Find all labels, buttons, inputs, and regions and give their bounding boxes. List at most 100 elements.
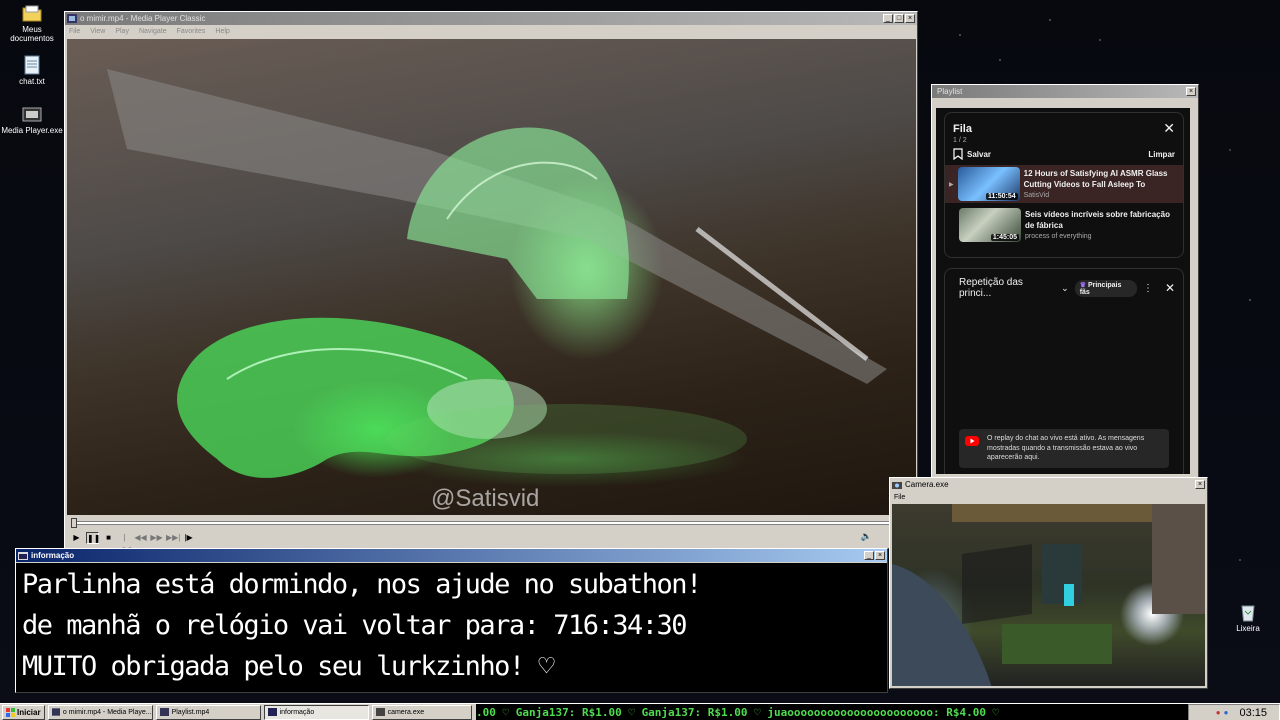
camera-icon bbox=[892, 481, 902, 489]
queue-item-1[interactable]: ▶ 11:50:54 12 Hours of Satisfying AI ASM… bbox=[945, 165, 1183, 203]
duration-badge: 1:45:05 bbox=[990, 234, 1019, 241]
menu-bar: File View Play Navigate Favorites Help bbox=[65, 25, 917, 37]
close-chat-icon[interactable]: ✕ bbox=[1165, 281, 1175, 295]
bookmark-icon bbox=[953, 148, 963, 160]
volume-icon[interactable]: 🔈 bbox=[861, 531, 872, 542]
close-queue-icon[interactable]: ✕ bbox=[1163, 120, 1175, 137]
info-titlebar[interactable]: informação _ × bbox=[16, 549, 887, 562]
video-frame[interactable]: @Satisvid bbox=[67, 39, 916, 515]
video-thumbnail: 11:50:54 bbox=[957, 167, 1020, 201]
minimize-button[interactable]: _ bbox=[883, 14, 893, 23]
desktop-icon-label: chat.txt bbox=[19, 77, 45, 86]
youtube-panel: Fila ✕ 1 / 2 Salvar Limpar ▶ 11:50:54 12… bbox=[936, 108, 1190, 474]
more-icon[interactable]: ⋮ bbox=[1143, 283, 1153, 294]
desktop-icon-chat-txt[interactable]: chat.txt bbox=[0, 55, 64, 86]
menu-file[interactable]: File bbox=[894, 494, 905, 501]
windows-logo-icon bbox=[6, 707, 15, 717]
task-media-player[interactable]: o mimir.mp4 - Media Playe... bbox=[47, 704, 153, 720]
play-button[interactable]: ▶ bbox=[70, 532, 83, 544]
previous-button[interactable]: |◀◀ bbox=[118, 532, 131, 554]
duration-badge: 11:50:54 bbox=[985, 193, 1018, 200]
seek-track[interactable] bbox=[71, 521, 912, 525]
menu-favorites[interactable]: Favorites bbox=[177, 28, 206, 35]
task-camera[interactable]: camera.exe bbox=[371, 704, 472, 720]
menu-navigate[interactable]: Navigate bbox=[139, 28, 167, 35]
next-button[interactable]: ▶▶| bbox=[166, 532, 180, 544]
save-button[interactable]: Salvar bbox=[953, 148, 991, 160]
stop-button[interactable]: ■ bbox=[102, 532, 115, 544]
tray-icon[interactable]: ● bbox=[1216, 708, 1221, 717]
window-title: Playlist bbox=[937, 87, 963, 96]
donation-ticker: .00 ♡ Ganja137: R$1.00 ♡ Ganja137: R$1.0… bbox=[476, 704, 1188, 720]
queue-card: Fila ✕ 1 / 2 Salvar Limpar ▶ 11:50:54 12… bbox=[944, 112, 1184, 258]
clear-button[interactable]: Limpar bbox=[1148, 150, 1175, 159]
rewind-button[interactable]: ◀◀ bbox=[134, 532, 147, 544]
media-player-titlebar[interactable]: o mimir.mp4 - Media Player Classic _ □ × bbox=[65, 12, 917, 25]
camera-titlebar[interactable]: Camera.exe × bbox=[890, 478, 1207, 491]
top-fans-chip[interactable]: ♛ Principais fãs bbox=[1074, 279, 1137, 297]
chip-label: Principais fãs bbox=[1079, 281, 1122, 296]
start-label: Iniciar bbox=[17, 707, 41, 717]
minimize-button[interactable]: _ bbox=[864, 551, 874, 560]
frame-step-button[interactable]: |▶ bbox=[182, 532, 195, 544]
info-line-3: MUITO obrigada pelo seu lurkzinho! ♡ bbox=[22, 651, 555, 682]
now-playing-icon: ▶ bbox=[949, 181, 954, 188]
camera-scene bbox=[892, 504, 1205, 686]
desktop-icon-recycle-bin[interactable]: Lixeira bbox=[1216, 602, 1280, 633]
task-playlist[interactable]: Playlist.mp4 bbox=[155, 704, 261, 720]
menu-bar: File bbox=[890, 491, 1207, 503]
info-window: informação _ × Parlinha está dormindo, n… bbox=[15, 548, 888, 693]
seek-bar[interactable] bbox=[67, 518, 916, 528]
desktop-icon-label: Media Player.exe bbox=[1, 126, 63, 135]
task-label: o mimir.mp4 - Media Playe... bbox=[62, 708, 152, 716]
task-info[interactable]: informação bbox=[263, 704, 369, 720]
window-title: informação bbox=[31, 551, 75, 560]
desktop-icon-media-player[interactable]: Media Player.exe bbox=[0, 104, 64, 135]
chat-replay-notice: O replay do chat ao vivo está ativo. As … bbox=[959, 429, 1169, 468]
start-button[interactable]: Iniciar bbox=[2, 704, 45, 720]
app-icon bbox=[18, 551, 28, 560]
video-thumbnail: 1:45:05 bbox=[959, 208, 1021, 242]
video-title: Seis vídeos incríveis sobre fabricação d… bbox=[1025, 209, 1170, 230]
tray-icon[interactable]: ● bbox=[1224, 708, 1229, 717]
desktop-icon-label: Lixeira bbox=[1236, 624, 1260, 633]
folder-icon bbox=[22, 5, 42, 22]
pause-button[interactable]: ❚❚ bbox=[86, 532, 100, 544]
recycle-bin-icon bbox=[1241, 605, 1255, 622]
seek-thumb[interactable] bbox=[71, 518, 77, 528]
playlist-titlebar[interactable]: Playlist × bbox=[932, 85, 1198, 98]
camera-window: Camera.exe × File bbox=[889, 477, 1208, 689]
window-icon bbox=[267, 708, 277, 716]
menu-view[interactable]: View bbox=[90, 28, 105, 35]
playback-controls: ▶ ❚❚ ■ |◀◀ ◀◀ ▶▶ ▶▶| |▶ 🔈 bbox=[67, 531, 916, 554]
maximize-button[interactable]: □ bbox=[894, 14, 904, 23]
notice-text: O replay do chat ao vivo está ativo. As … bbox=[987, 435, 1145, 461]
film-icon bbox=[51, 708, 60, 716]
queue-item-2[interactable]: 1:45:05 Seis vídeos incríveis sobre fabr… bbox=[945, 206, 1183, 244]
menu-play[interactable]: Play bbox=[115, 28, 129, 35]
channel-name: process of everything bbox=[1025, 232, 1092, 240]
close-button[interactable]: × bbox=[1186, 87, 1196, 96]
desktop-icon-my-documents[interactable]: Meus documentos bbox=[0, 3, 64, 43]
close-button[interactable]: × bbox=[875, 551, 885, 560]
menu-help[interactable]: Help bbox=[215, 28, 229, 35]
chat-mode-dropdown[interactable]: Repetição das princi... bbox=[959, 277, 1055, 299]
taskbar: Iniciar o mimir.mp4 - Media Playe... Pla… bbox=[0, 703, 1280, 720]
info-line-2: de manhã o relógio vai voltar para: 716:… bbox=[22, 610, 688, 641]
window-title: o mimir.mp4 - Media Player Classic bbox=[80, 14, 206, 23]
video-title: 12 Hours of Satisfying AI ASMR Glass Cut… bbox=[1023, 168, 1168, 189]
task-label: camera.exe bbox=[387, 708, 425, 716]
film-icon bbox=[159, 708, 169, 716]
menu-file[interactable]: File bbox=[69, 28, 80, 35]
window-title: Camera.exe bbox=[905, 480, 949, 489]
close-button[interactable]: × bbox=[905, 14, 915, 23]
camera-feed bbox=[892, 504, 1205, 686]
task-label: Playlist.mp4 bbox=[171, 708, 210, 716]
forward-button[interactable]: ▶▶ bbox=[150, 532, 163, 544]
chevron-down-icon[interactable]: ⌄ bbox=[1061, 283, 1069, 294]
clock[interactable]: 03:15 bbox=[1239, 707, 1267, 719]
close-button[interactable]: × bbox=[1195, 480, 1205, 489]
queue-title: Fila bbox=[953, 122, 972, 135]
camera-icon bbox=[375, 708, 385, 716]
film-icon bbox=[22, 107, 42, 122]
